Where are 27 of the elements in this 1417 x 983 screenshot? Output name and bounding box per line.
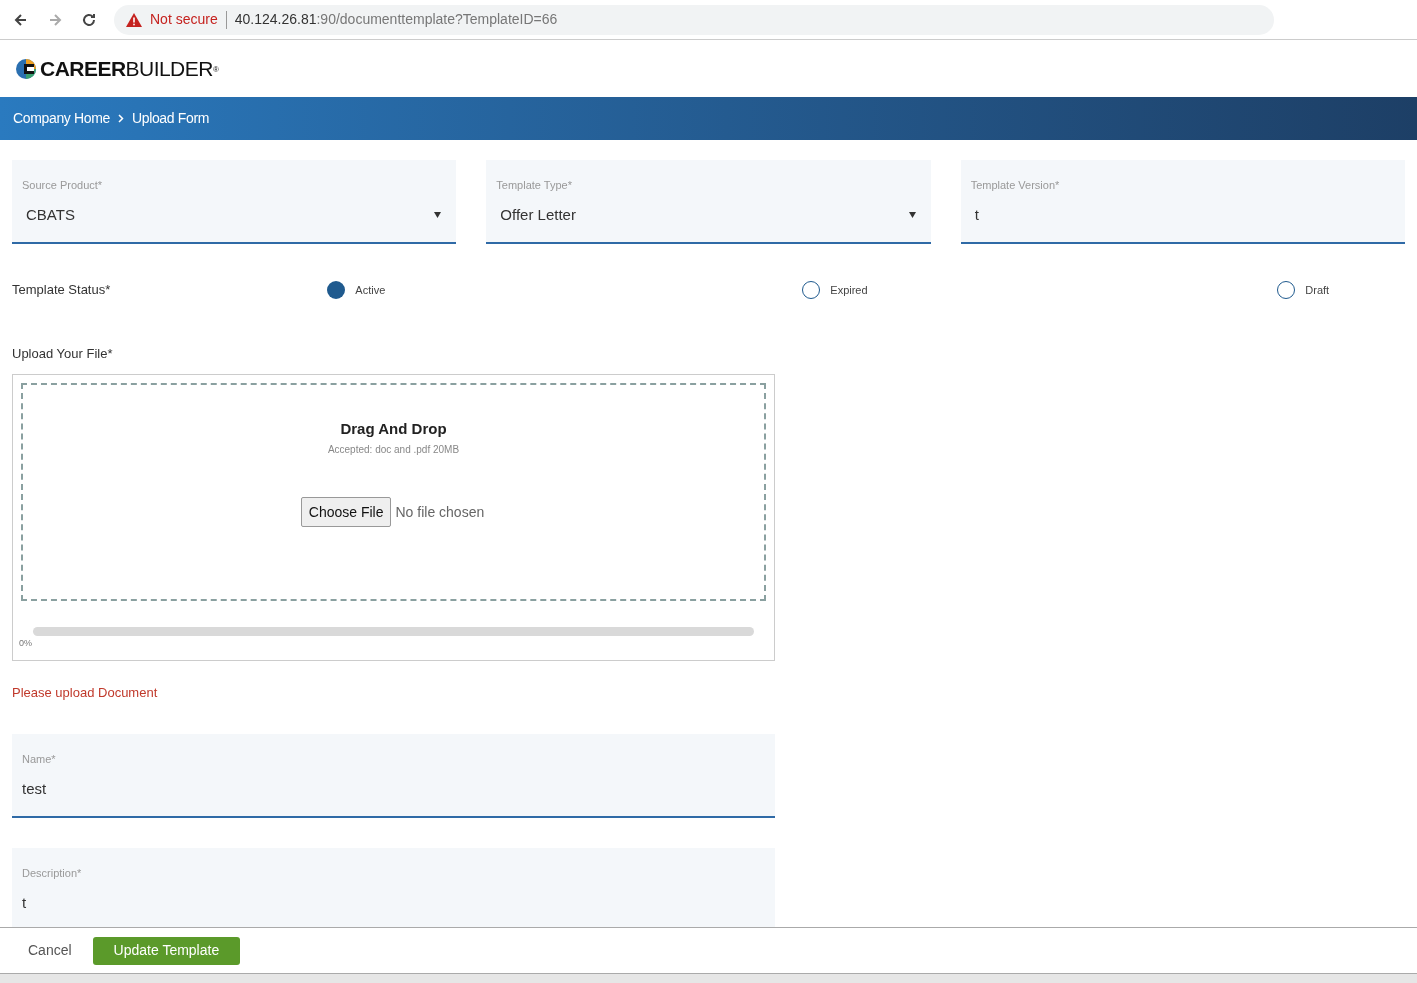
- url-text[interactable]: 40.124.26.81:90/documenttemplate?TemplateID=66: [234, 9, 558, 30]
- radio-option[interactable]: Draft: [1277, 281, 1330, 299]
- brand-logo: CAREERBUILDER$^{®}$: [40, 58, 219, 79]
- cancel-button[interactable]: Cancel: [28, 940, 72, 961]
- input-field[interactable]: Name* test: [12, 734, 775, 818]
- radio-option[interactable]: Expired: [802, 281, 868, 299]
- progress-label: 0%: [19, 636, 33, 650]
- choose-file-button[interactable]: Choose File: [300, 497, 392, 527]
- breadcrumb-link[interactable]: Upload Form: [131, 108, 210, 129]
- field-label: Upload Your File*: [12, 345, 114, 363]
- security-label[interactable]: Not secure: [150, 9, 218, 30]
- dropdown-field[interactable]: Template Type* Offer Letter: [486, 160, 931, 244]
- input-field[interactable]: Description* t: [12, 848, 775, 927]
- chevron-icon: [117, 114, 124, 123]
- dropdown-arrow-icon: [908, 211, 916, 218]
- warning-icon: [126, 12, 142, 27]
- input-field[interactable]: Template Version* t: [960, 160, 1405, 244]
- breadcrumb-link[interactable]: Company Home: [13, 108, 110, 129]
- logo-icon: [15, 57, 37, 80]
- dropdown-field[interactable]: Source Product* CBATS: [12, 160, 457, 244]
- address-bar[interactable]: Not secure 40.124.26.81:90/documenttemplate?TemplateID=66: [114, 4, 1274, 35]
- file-status: No file chosen: [395, 502, 485, 522]
- radio-option[interactable]: Active: [327, 281, 386, 299]
- drop-zone[interactable]: Drag And Drop Accepted: doc and .pdf 20MB Choose File No file chosen: [21, 382, 766, 601]
- dropdown-arrow-icon: [434, 211, 442, 218]
- field-label: Template Status*: [12, 281, 112, 300]
- error-message: Please upload Document: [12, 683, 159, 702]
